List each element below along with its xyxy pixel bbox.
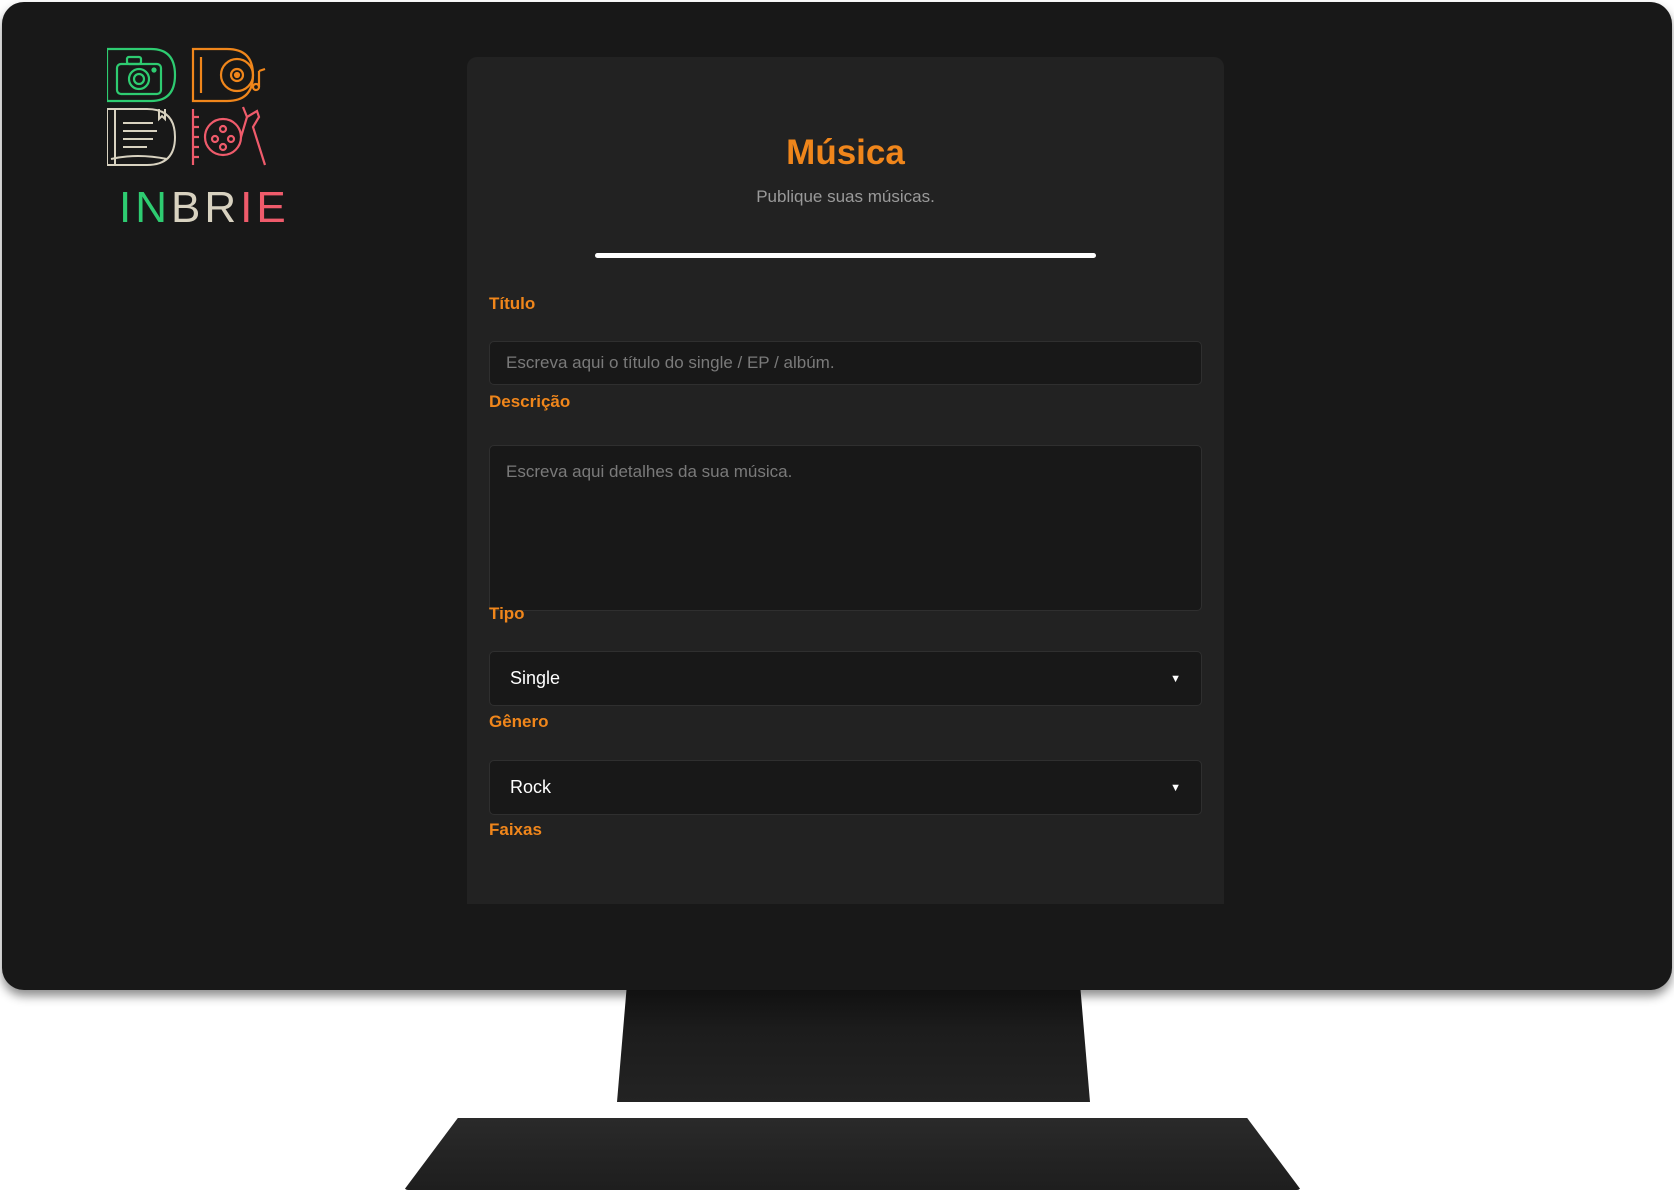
film-reel-icon — [191, 106, 267, 166]
inbrie-logo[interactable]: INBRIE — [107, 47, 287, 232]
wordmark-br: BR — [171, 183, 241, 232]
music-form-card: Música Publique suas músicas. Título Des… — [467, 57, 1224, 904]
tipo-select[interactable]: Single ▼ — [489, 651, 1202, 706]
tipo-selected-value: Single — [510, 668, 561, 688]
descricao-label: Descrição — [489, 392, 571, 411]
monitor-screen: INBRIE Música Publique suas músicas. Tít… — [2, 2, 1672, 990]
page-title: Música — [786, 133, 905, 172]
form-progress-bar — [595, 253, 1096, 258]
descricao-textarea[interactable] — [489, 445, 1202, 611]
book-icon — [107, 108, 177, 166]
monitor-stand-neck — [617, 990, 1090, 1102]
titulo-label: Título — [489, 294, 536, 313]
form-progress-fill — [595, 253, 1096, 258]
triangle-down-icon: ▼ — [1170, 781, 1181, 794]
logo-wordmark: INBRIE — [119, 183, 290, 233]
vinyl-music-icon — [191, 47, 266, 103]
faixas-label: Faixas — [489, 820, 542, 839]
titulo-input[interactable] — [489, 341, 1202, 385]
genero-select[interactable]: Rock ▼ — [489, 760, 1202, 815]
genero-selected-value: Rock — [510, 777, 552, 797]
camera-icon — [107, 47, 177, 103]
logo-icons — [107, 47, 267, 166]
wordmark-ie: IE — [240, 183, 290, 232]
tipo-label: Tipo — [489, 604, 525, 623]
triangle-down-icon: ▼ — [1170, 672, 1181, 685]
wordmark-in: IN — [119, 183, 171, 232]
page-subtitle: Publique suas músicas. — [756, 187, 935, 206]
genero-label: Gênero — [489, 712, 549, 731]
monitor-stand-base — [404, 1118, 1301, 1190]
